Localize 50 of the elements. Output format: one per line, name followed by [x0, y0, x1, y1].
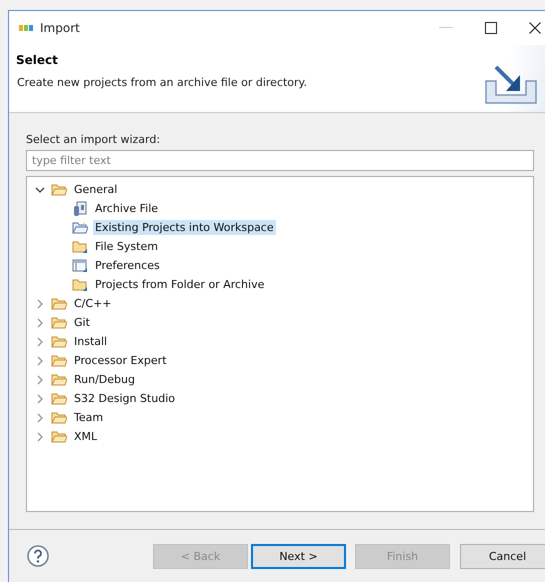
window-title: Import [40, 21, 80, 35]
collapsed-chevron-icon[interactable] [35, 298, 45, 308]
folder-icon [51, 392, 67, 405]
folder-icon [72, 278, 88, 292]
tree-item[interactable]: XML [72, 429, 100, 444]
collapsed-chevron-icon[interactable] [35, 432, 45, 442]
minimize-icon[interactable] [439, 27, 453, 29]
collapsed-chevron-icon[interactable] [35, 394, 45, 404]
folder-icon [72, 240, 88, 254]
close-icon[interactable] [529, 22, 541, 34]
page-title: Select [16, 53, 59, 67]
project-folder-icon [72, 221, 88, 234]
folder-icon [51, 183, 67, 196]
tree-item[interactable]: S32 Design Studio [72, 391, 177, 406]
app-logo-icon [19, 24, 33, 32]
folder-icon [51, 316, 67, 329]
tree-item[interactable]: Processor Expert [72, 353, 169, 368]
collapsed-chevron-icon[interactable] [35, 374, 45, 384]
collapsed-chevron-icon[interactable] [35, 336, 45, 346]
folder-icon [51, 373, 67, 386]
collapsed-chevron-icon[interactable] [35, 318, 45, 328]
tree-item[interactable]: Team [72, 410, 106, 425]
wizard-button[interactable]: Next > [251, 544, 346, 568]
collapsed-chevron-icon[interactable] [35, 356, 45, 366]
tree-item[interactable]: Install [72, 334, 110, 349]
tree-item[interactable]: C/C++ [72, 296, 114, 311]
expanded-chevron-icon[interactable] [35, 184, 45, 194]
wizard-button[interactable]: Cancel [460, 544, 545, 568]
folder-icon [51, 411, 67, 424]
archive-file-icon [72, 200, 88, 216]
collapsed-chevron-icon[interactable] [35, 412, 45, 422]
tree-item[interactable]: File System [93, 239, 160, 254]
tree-item[interactable]: Projects from Folder or Archive [93, 277, 266, 292]
folder-icon [51, 335, 67, 348]
page-description: Create new projects from an archive file or directory. [16, 76, 307, 89]
folder-icon [51, 297, 67, 310]
folder-icon [51, 430, 67, 443]
tree-item[interactable]: Run/Debug [72, 372, 137, 387]
tree-item[interactable]: General [72, 182, 120, 197]
tree-item[interactable]: Preferences [93, 258, 162, 273]
wizard-label: Select an import wizard: [26, 133, 162, 146]
maximize-icon[interactable] [485, 22, 497, 34]
help-icon[interactable] [27, 545, 49, 567]
tree-item[interactable]: Archive File [93, 201, 160, 216]
import-tray-icon [484, 65, 538, 105]
tree-item[interactable]: Git [72, 315, 92, 330]
tree-item[interactable]: Existing Projects into Workspace [93, 220, 276, 235]
preferences-window-icon [72, 258, 88, 272]
filter-field[interactable]: type filter text [26, 150, 534, 171]
folder-icon [51, 354, 67, 367]
